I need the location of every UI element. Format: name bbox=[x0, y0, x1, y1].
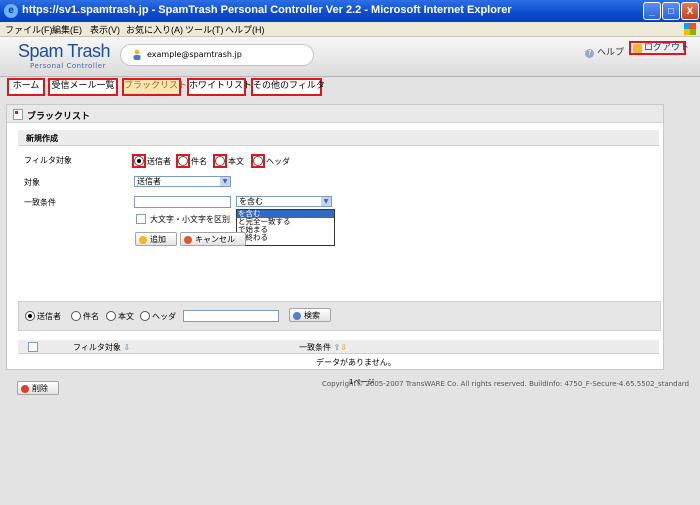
panel-title: ブラックリスト bbox=[27, 112, 91, 122]
maximize-button[interactable]: □ bbox=[662, 2, 680, 20]
menu-help[interactable]: ヘルプ(H) bbox=[225, 23, 265, 36]
menu-tools[interactable]: ツール(T) bbox=[185, 23, 224, 36]
search-radio-subject[interactable] bbox=[71, 311, 81, 321]
ie-icon: e bbox=[4, 4, 18, 18]
radio-sender-label: 送信者 bbox=[147, 157, 171, 166]
chevron-down-icon: ▼ bbox=[220, 177, 230, 186]
menu-view[interactable]: 表示(V) bbox=[90, 23, 120, 36]
search-radio-subject-label: 件名 bbox=[83, 312, 99, 321]
delete-button[interactable]: 削除 bbox=[17, 381, 59, 395]
search-radio-header[interactable] bbox=[140, 311, 150, 321]
radio-subject-label: 件名 bbox=[191, 157, 207, 166]
match-select[interactable]: を含む ▼ bbox=[236, 196, 332, 207]
table-header: フィルタ対象 ⇩ 一致条件 ⇧⇩ bbox=[18, 340, 659, 354]
match-label: 一致条件 bbox=[24, 198, 56, 207]
search-radio-header-label: ヘッダ bbox=[152, 312, 176, 321]
case-sensitive-label: 大文字・小文字を区別 bbox=[150, 215, 230, 224]
tab-home[interactable]: ホーム bbox=[7, 78, 45, 96]
add-button[interactable]: 追加 bbox=[135, 232, 177, 246]
section-new: 新規作成 bbox=[18, 130, 659, 145]
menu-file[interactable]: ファイル(F) bbox=[5, 23, 53, 36]
spamtrash-logo: Spam Trash Personal Controller bbox=[18, 41, 111, 70]
search-icon bbox=[293, 312, 301, 320]
match-option[interactable]: で終わる bbox=[237, 234, 334, 242]
blacklist-panel: ブラックリスト 新規作成 フィルタ対象 送信者 件名 本文 ヘッダ 対象 送信者… bbox=[6, 104, 664, 395]
window-title: https://sv1.spamtrash.jp - SpamTrash Per… bbox=[22, 4, 512, 16]
search-radio-body-label: 本文 bbox=[118, 312, 134, 321]
tab-other-filters[interactable]: その他のフィルタ bbox=[251, 78, 325, 96]
menu-bar: ファイル(F) 編集(E) 表示(V) お気に入り(A) ツール(T) ヘルプ(… bbox=[0, 22, 700, 37]
plus-icon bbox=[139, 236, 147, 244]
sort-icon: ⇩ bbox=[123, 343, 131, 352]
logout-button[interactable]: ログアウト bbox=[629, 41, 689, 55]
tab-whitelist[interactable]: ホワイトリスト bbox=[187, 78, 252, 96]
help-link[interactable]: ? ヘルプ bbox=[585, 45, 624, 58]
minimize-button[interactable]: _ bbox=[643, 2, 661, 20]
search-button[interactable]: 検索 bbox=[289, 308, 331, 322]
cancel-icon bbox=[184, 236, 192, 244]
case-sensitive-checkbox[interactable] bbox=[136, 214, 146, 224]
search-radio-sender[interactable] bbox=[25, 311, 35, 321]
col-filter-target[interactable]: フィルタ対象 ⇩ bbox=[73, 342, 130, 353]
target-select[interactable]: 送信者 ▼ bbox=[134, 176, 231, 187]
chevron-down-icon: ▼ bbox=[321, 197, 331, 206]
radio-header[interactable] bbox=[253, 156, 263, 166]
app-header: Spam Trash Personal Controller example@s… bbox=[0, 37, 700, 77]
user-icon bbox=[133, 49, 141, 60]
windows-logo-icon bbox=[684, 23, 696, 35]
empty-message: データがありません。 bbox=[316, 358, 396, 367]
delete-icon bbox=[21, 385, 29, 393]
select-all-checkbox[interactable] bbox=[28, 342, 38, 352]
section-divider bbox=[18, 145, 659, 146]
panel-header: ブラックリスト bbox=[7, 105, 663, 123]
window-titlebar: e https://sv1.spamtrash.jp - SpamTrash P… bbox=[0, 0, 700, 22]
menu-favorites[interactable]: お気に入り(A) bbox=[126, 23, 183, 36]
radio-header-label: ヘッダ bbox=[266, 157, 290, 166]
cancel-button[interactable]: キャンセル bbox=[180, 232, 246, 246]
col-match[interactable]: 一致条件 ⇧⇩ bbox=[299, 342, 347, 353]
document-icon bbox=[13, 109, 23, 120]
search-radio-body[interactable] bbox=[106, 311, 116, 321]
search-input[interactable] bbox=[183, 310, 279, 322]
sort-desc-icon: ⇩ bbox=[340, 343, 347, 352]
user-account-pill: example@spamtrash.jp bbox=[120, 44, 314, 66]
menu-edit[interactable]: 編集(E) bbox=[52, 23, 82, 36]
target-label: 対象 bbox=[24, 178, 40, 187]
close-button[interactable]: X bbox=[681, 2, 699, 20]
page: Spam Trash Personal Controller example@s… bbox=[0, 37, 700, 505]
user-email: example@spamtrash.jp bbox=[147, 50, 242, 59]
filter-target-label: フィルタ対象 bbox=[24, 156, 72, 165]
search-radio-sender-label: 送信者 bbox=[37, 312, 61, 321]
match-options-list: を含む と完全一致する で始まる で終わる bbox=[236, 209, 335, 246]
search-bar: 送信者 件名 本文 ヘッダ 検索 bbox=[18, 301, 661, 331]
copyright: Copyright© 2005-2007 TransWARE Co. All r… bbox=[322, 380, 690, 388]
nav-tabs: ホーム 受信メール一覧 ブラックリスト ホワイトリスト その他のフィルタ bbox=[0, 76, 700, 96]
radio-subject[interactable] bbox=[178, 156, 188, 166]
tab-inbox[interactable]: 受信メール一覧 bbox=[48, 78, 118, 96]
help-icon: ? bbox=[585, 49, 594, 58]
tab-blacklist[interactable]: ブラックリスト bbox=[122, 78, 187, 96]
logout-icon bbox=[633, 44, 642, 53]
radio-body-label: 本文 bbox=[228, 157, 244, 166]
radio-sender[interactable] bbox=[134, 156, 144, 166]
match-text-input[interactable] bbox=[134, 196, 231, 208]
radio-body[interactable] bbox=[215, 156, 225, 166]
